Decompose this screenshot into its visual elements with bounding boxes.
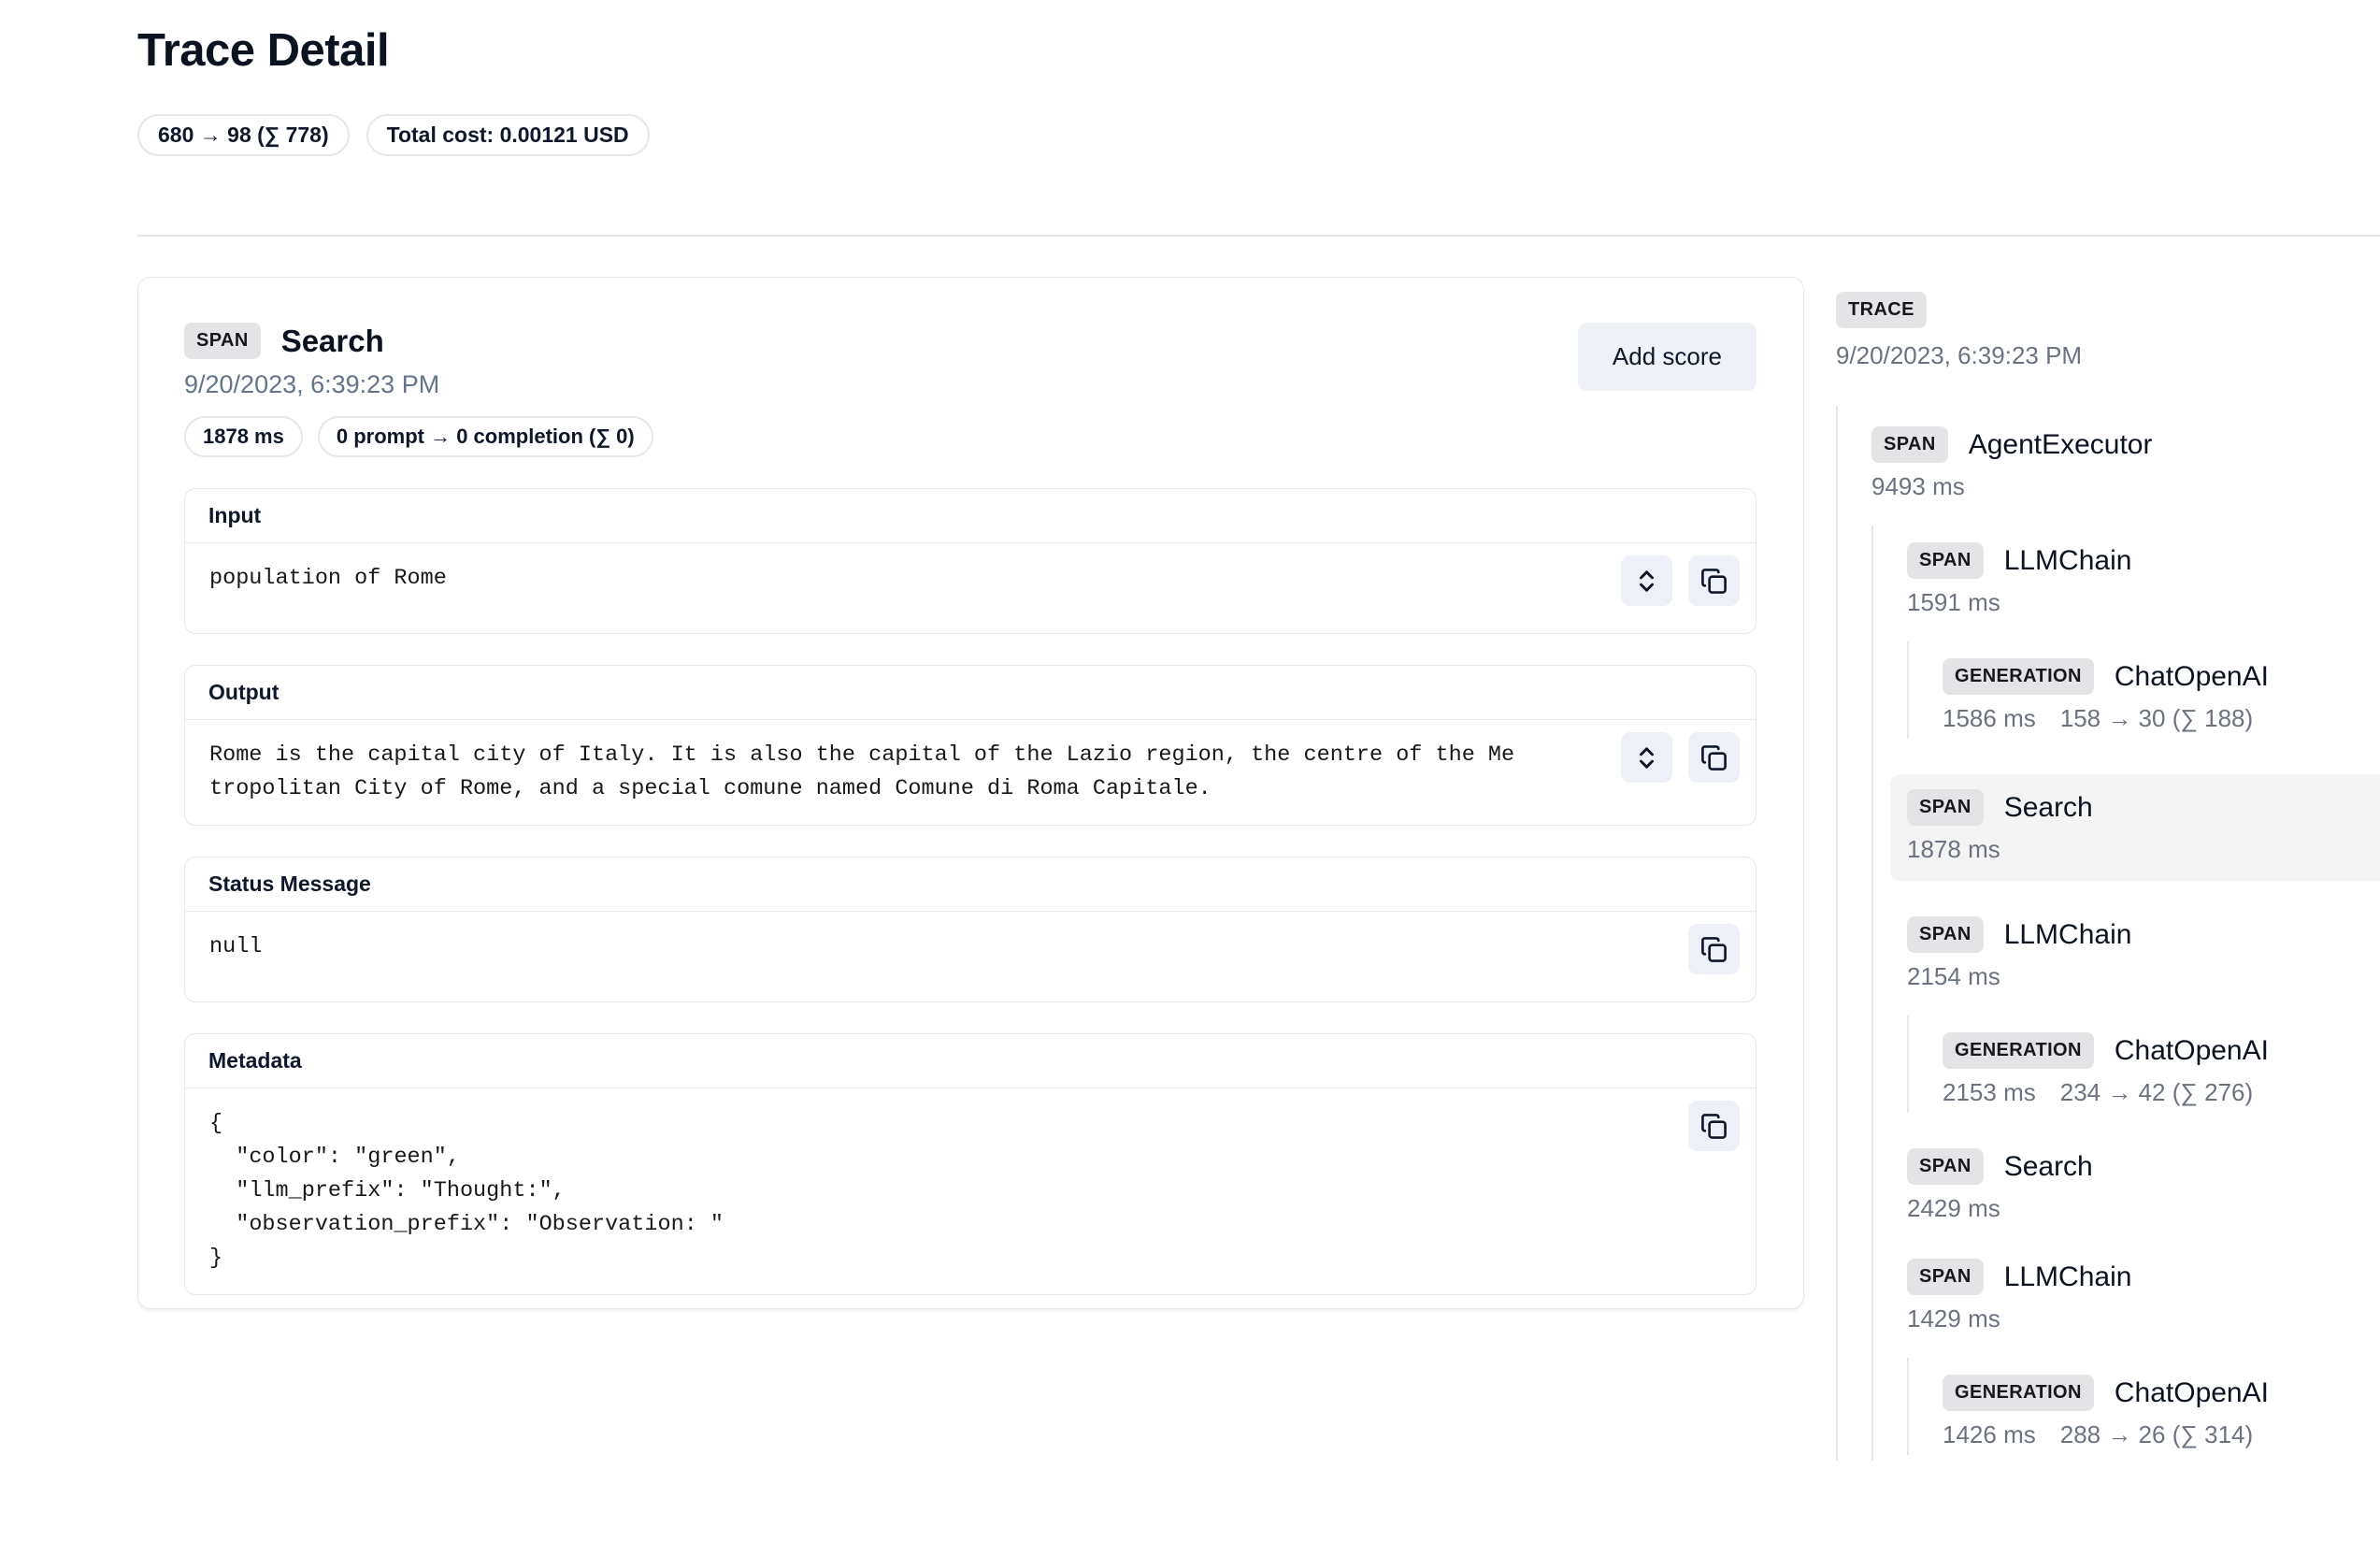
observation-type-badge: SPAN bbox=[1907, 916, 1984, 953]
metadata-body: { "color": "green", "llm_prefix": "Thoug… bbox=[185, 1088, 1756, 1294]
status-message-body: null bbox=[185, 912, 1756, 1001]
copy-icon bbox=[1700, 744, 1728, 771]
node-name: LLMChain bbox=[2004, 1261, 2132, 1293]
tree-node-chatopenai-3[interactable]: GENERATION ChatOpenAI 1426 ms 288 → 26 (… bbox=[1943, 1375, 2380, 1449]
span-timestamp: 9/20/2023, 6:39:23 PM bbox=[184, 370, 653, 399]
node-name: Search bbox=[2004, 792, 2093, 824]
tree-node-llmchain-1[interactable]: SPAN LLMChain 1591 ms GENERATION ChatOpe… bbox=[1907, 542, 2380, 739]
tree-node-chatopenai-1[interactable]: GENERATION ChatOpenAI 1586 ms 158 → 30 (… bbox=[1943, 658, 2380, 733]
metadata-section: Metadata { "color": "green", "llm_prefix… bbox=[184, 1033, 1756, 1295]
metadata-label: Metadata bbox=[185, 1034, 1756, 1088]
metadata-content: { "color": "green", "llm_prefix": "Thoug… bbox=[209, 1107, 1731, 1275]
copy-icon bbox=[1700, 568, 1728, 595]
node-duration: 1878 ms bbox=[1907, 835, 2000, 864]
tree-node-trace[interactable]: TRACE 9/20/2023, 6:39:23 PM bbox=[1836, 292, 2380, 370]
observation-type-badge: GENERATION bbox=[1943, 1375, 2094, 1411]
node-name: LLMChain bbox=[2004, 919, 2132, 951]
span-card-header: SPAN Search 9/20/2023, 6:39:23 PM 1878 m… bbox=[184, 323, 1756, 457]
node-name: ChatOpenAI bbox=[2115, 1035, 2269, 1067]
observation-type-badge: SPAN bbox=[1907, 1259, 1984, 1295]
node-name: AgentExecutor bbox=[1969, 429, 2153, 461]
trace-timestamp: 9/20/2023, 6:39:23 PM bbox=[1836, 341, 2380, 370]
output-content: Rome is the capital city of Italy. It is… bbox=[209, 739, 1640, 806]
node-duration: 1586 ms bbox=[1943, 704, 2036, 733]
output-copy-button[interactable] bbox=[1688, 732, 1740, 783]
header-divider bbox=[137, 235, 2380, 237]
node-duration: 1429 ms bbox=[1907, 1304, 2000, 1333]
node-duration: 2429 ms bbox=[1907, 1194, 2000, 1223]
tree-node-llmchain-2[interactable]: SPAN LLMChain 2154 ms GENERATION ChatOpe… bbox=[1907, 916, 2380, 1113]
status-message-label: Status Message bbox=[185, 857, 1756, 912]
trace-type-badge: TRACE bbox=[1836, 292, 1927, 328]
llmchain-3-children: GENERATION ChatOpenAI 1426 ms 288 → 26 (… bbox=[1907, 1358, 2380, 1455]
node-token-usage: 288 → 26 (∑ 314) bbox=[2060, 1420, 2253, 1449]
copy-icon bbox=[1700, 936, 1728, 963]
output-expand-button[interactable] bbox=[1621, 732, 1672, 783]
span-card-header-left: SPAN Search 9/20/2023, 6:39:23 PM 1878 m… bbox=[184, 323, 653, 457]
output-section-body: Rome is the capital city of Italy. It is… bbox=[185, 720, 1756, 825]
input-section-body: population of Rome bbox=[185, 543, 1756, 633]
chevrons-up-down-icon bbox=[1633, 744, 1660, 771]
span-type-badge: SPAN bbox=[184, 323, 261, 359]
span-duration-badge: 1878 ms bbox=[184, 416, 303, 457]
node-token-usage: 158 → 30 (∑ 188) bbox=[2060, 704, 2253, 733]
agentexecutor-children: SPAN LLMChain 1591 ms GENERATION ChatOpe… bbox=[1871, 526, 2380, 1461]
output-section: Output Rome is the capital city of Italy… bbox=[184, 665, 1756, 826]
chevrons-up-down-icon bbox=[1633, 568, 1660, 595]
node-token-usage: 234 → 42 (∑ 276) bbox=[2060, 1078, 2253, 1107]
trace-total-cost-badge: Total cost: 0.00121 USD bbox=[366, 114, 650, 156]
status-copy-button[interactable] bbox=[1688, 924, 1740, 974]
input-section-label: Input bbox=[185, 489, 1756, 543]
observation-type-badge: SPAN bbox=[1871, 426, 1948, 463]
tree-node-chatopenai-2[interactable]: GENERATION ChatOpenAI 2153 ms 234 → 42 (… bbox=[1943, 1032, 2380, 1107]
add-score-button[interactable]: Add score bbox=[1578, 323, 1756, 391]
llmchain-2-children: GENERATION ChatOpenAI 2153 ms 234 → 42 (… bbox=[1907, 1016, 2380, 1113]
node-name: ChatOpenAI bbox=[2115, 1377, 2269, 1409]
tree-node-agentexecutor[interactable]: SPAN AgentExecutor 9493 ms SPAN LLMChain… bbox=[1871, 426, 2380, 1461]
trace-tree-sidebar: TRACE 9/20/2023, 6:39:23 PM SPAN AgentEx… bbox=[1836, 292, 2380, 1556]
span-title: Search bbox=[281, 324, 384, 359]
input-section: Input population of Rome bbox=[184, 488, 1756, 634]
span-detail-card: SPAN Search 9/20/2023, 6:39:23 PM 1878 m… bbox=[137, 277, 1804, 1309]
node-duration: 2153 ms bbox=[1943, 1078, 2036, 1107]
node-duration: 1426 ms bbox=[1943, 1420, 2036, 1449]
page-header: Trace Detail 680 → 98 (∑ 778) Total cost… bbox=[137, 24, 2343, 156]
trace-token-usage-badge: 680 → 98 (∑ 778) bbox=[137, 114, 350, 156]
node-name: LLMChain bbox=[2004, 545, 2132, 577]
page-title: Trace Detail bbox=[137, 24, 2343, 77]
span-token-usage-badge: 0 prompt → 0 completion (∑ 0) bbox=[318, 416, 653, 457]
trace-detail-page: Trace Detail 680 → 98 (∑ 778) Total cost… bbox=[0, 0, 2380, 1556]
tree-node-search-1-selected[interactable]: SPAN Search 1878 ms bbox=[1890, 774, 2380, 881]
node-name: Search bbox=[2004, 1151, 2093, 1183]
node-duration: 2154 ms bbox=[1907, 962, 2000, 991]
copy-icon bbox=[1700, 1113, 1728, 1140]
status-message-section: Status Message null bbox=[184, 857, 1756, 1002]
llmchain-1-children: GENERATION ChatOpenAI 1586 ms 158 → 30 (… bbox=[1907, 641, 2380, 739]
metadata-copy-button[interactable] bbox=[1688, 1101, 1740, 1151]
status-message-content: null bbox=[209, 930, 1731, 964]
node-duration: 9493 ms bbox=[1871, 472, 1965, 501]
node-name: ChatOpenAI bbox=[2115, 661, 2269, 693]
observation-type-badge: SPAN bbox=[1907, 789, 1984, 826]
observation-type-badge: SPAN bbox=[1907, 1148, 1984, 1185]
node-duration: 1591 ms bbox=[1907, 588, 2000, 617]
input-copy-button[interactable] bbox=[1688, 555, 1740, 606]
observation-type-badge: SPAN bbox=[1907, 542, 1984, 579]
observation-type-badge: GENERATION bbox=[1943, 1032, 2094, 1069]
output-section-label: Output bbox=[185, 666, 1756, 720]
tree-node-search-2[interactable]: SPAN Search 2429 ms bbox=[1907, 1148, 2380, 1223]
observation-type-badge: GENERATION bbox=[1943, 658, 2094, 695]
tree-node-llmchain-3[interactable]: SPAN LLMChain 1429 ms GENERATION ChatOpe… bbox=[1907, 1259, 2380, 1455]
input-content: population of Rome bbox=[209, 562, 1731, 596]
trace-children: SPAN AgentExecutor 9493 ms SPAN LLMChain… bbox=[1836, 406, 2380, 1461]
trace-summary-badges: 680 → 98 (∑ 778) Total cost: 0.00121 USD bbox=[137, 114, 2343, 156]
input-expand-button[interactable] bbox=[1621, 555, 1672, 606]
